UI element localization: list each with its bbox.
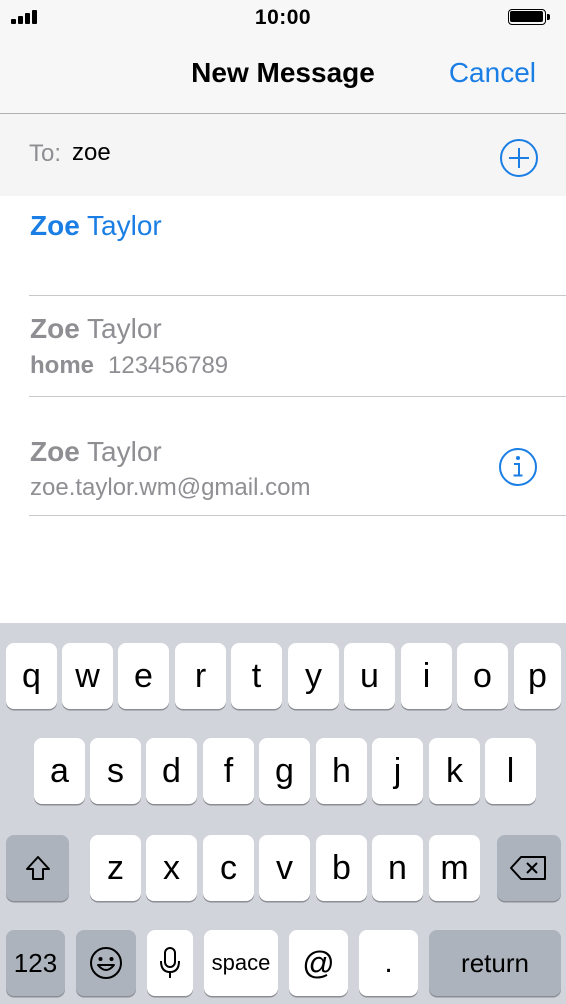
key-j[interactable]: j	[372, 738, 423, 804]
contact-phone: home 123456789	[30, 352, 229, 379]
key-o[interactable]: o	[457, 643, 508, 709]
key-z[interactable]: z	[90, 835, 141, 901]
microphone-icon	[160, 947, 180, 978]
key-m[interactable]: m	[429, 835, 480, 901]
dictation-key[interactable]	[147, 930, 193, 996]
key-t[interactable]: t	[231, 643, 282, 709]
key-b[interactable]: b	[316, 835, 367, 901]
status-time: 10:00	[254, 6, 312, 29]
space-key[interactable]: space	[204, 930, 278, 996]
divider	[29, 295, 566, 296]
cancel-button[interactable]: Cancel	[449, 57, 536, 89]
key-r[interactable]: r	[175, 643, 226, 709]
contact-suggestion[interactable]: Zoe Taylor home 123456789	[0, 297, 566, 397]
recipient-input[interactable]	[72, 136, 372, 170]
period-key[interactable]: .	[359, 930, 418, 996]
battery-icon	[508, 9, 554, 27]
key-u[interactable]: u	[344, 643, 395, 709]
return-key[interactable]: return	[429, 930, 561, 996]
backspace-icon	[510, 856, 546, 880]
key-w[interactable]: w	[62, 643, 113, 709]
key-n[interactable]: n	[372, 835, 423, 901]
key-h[interactable]: h	[316, 738, 367, 804]
key-g[interactable]: g	[259, 738, 310, 804]
key-k[interactable]: k	[429, 738, 480, 804]
key-e[interactable]: e	[118, 643, 169, 709]
shift-key[interactable]	[6, 835, 69, 901]
contact-email: zoe.taylor.wm@gmail.com	[30, 474, 311, 501]
at-key[interactable]: @	[289, 930, 348, 996]
contact-name: Zoe Taylor	[30, 436, 162, 467]
key-f[interactable]: f	[203, 738, 254, 804]
recipient-field: To:	[0, 114, 566, 196]
key-c[interactable]: c	[203, 835, 254, 901]
contact-suggestion[interactable]: Zoe Taylor	[0, 196, 566, 296]
key-y[interactable]: y	[288, 643, 339, 709]
shift-arrow-icon	[25, 856, 50, 880]
key-d[interactable]: d	[146, 738, 197, 804]
key-v[interactable]: v	[259, 835, 310, 901]
contact-name: Zoe Taylor	[30, 313, 162, 344]
divider	[29, 515, 566, 516]
contact-name: Zoe Taylor	[30, 210, 162, 241]
key-i[interactable]: i	[401, 643, 452, 709]
keyboard: q w e r t y u i o p a s d f g h j k l z …	[0, 623, 566, 1004]
smiley-face-icon	[90, 947, 122, 979]
key-p[interactable]: p	[514, 643, 561, 709]
delete-key[interactable]	[497, 835, 561, 901]
emoji-key[interactable]	[76, 930, 136, 996]
key-a[interactable]: a	[34, 738, 85, 804]
key-l[interactable]: l	[485, 738, 536, 804]
numbers-key[interactable]: 123	[6, 930, 65, 996]
contact-suggestion[interactable]: Zoe Taylor zoe.taylor.wm@gmail.com	[0, 398, 566, 515]
to-label: To:	[29, 140, 62, 167]
navigation-bar: New Message Cancel	[0, 36, 566, 114]
divider	[29, 396, 566, 397]
info-circle-icon[interactable]	[498, 447, 538, 487]
key-s[interactable]: s	[90, 738, 141, 804]
key-q[interactable]: q	[6, 643, 57, 709]
plus-circle-icon[interactable]	[499, 138, 539, 178]
status-bar: 10:00	[0, 0, 566, 36]
key-x[interactable]: x	[146, 835, 197, 901]
